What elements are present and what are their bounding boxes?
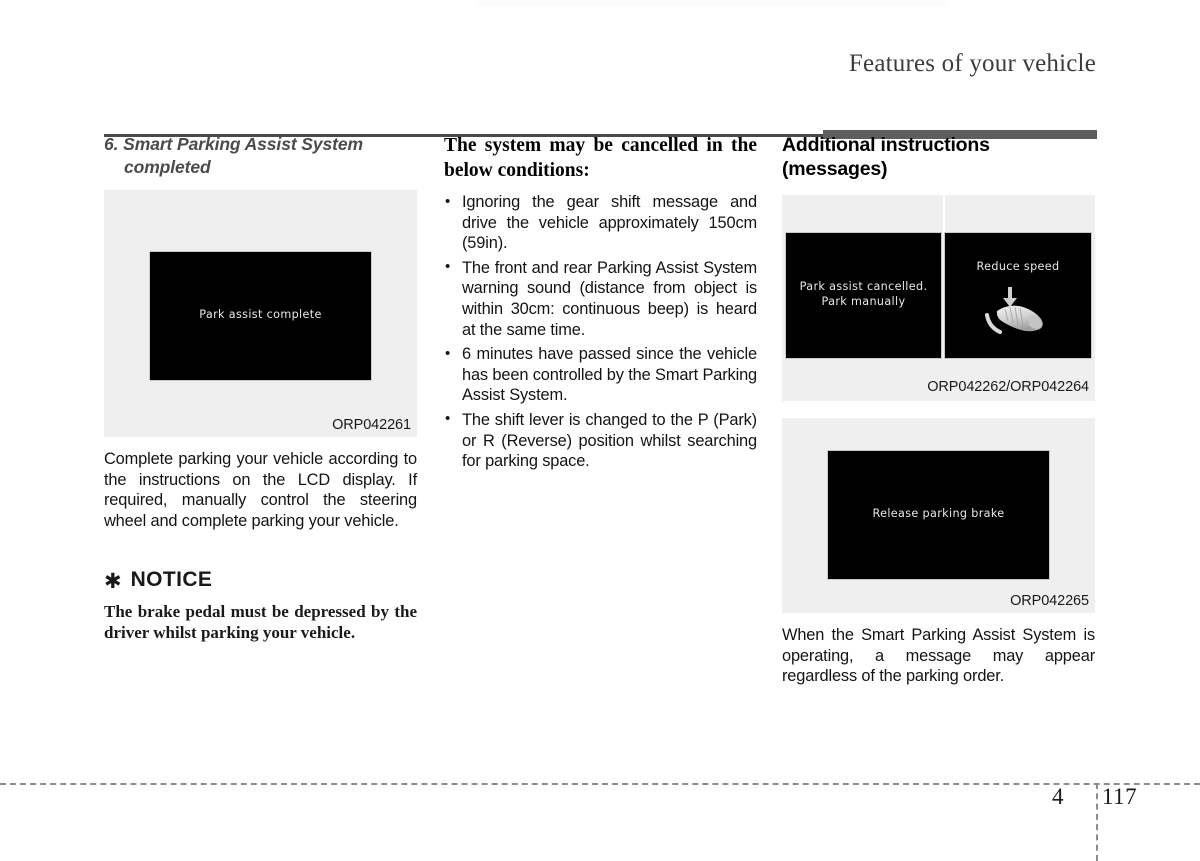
list-item: 6 minutes have passed since the vehicle …: [444, 344, 757, 406]
notice-block: ✱ NOTICE The brake pedal must be depress…: [104, 568, 417, 643]
lcd-screen: Park assist complete: [150, 252, 371, 380]
notice-label: NOTICE: [130, 568, 213, 592]
list-item: The front and rear Parking Assist System…: [444, 257, 757, 340]
left-column: 6. Smart Parking Assist System completed…: [104, 133, 417, 643]
page-title: Features of your vehicle: [848, 50, 1096, 77]
footer-crop-rule-vertical: [1096, 783, 1098, 861]
middle-column: The system may be cancelled in the below…: [444, 133, 757, 476]
right-column-heading-line1: Additional instructions: [782, 134, 990, 156]
footer-crop-rule-horizontal: [0, 783, 1200, 785]
right-column-heading: Additional instructions (messages): [782, 133, 1095, 181]
figure-caption: ORP042262/ORP042264: [927, 379, 1089, 395]
right-column-heading-line2: (messages): [782, 158, 888, 180]
chapter-number: 4: [1052, 784, 1064, 809]
lcd-screen-cancelled: Park assist cancelled. Park manually: [786, 233, 941, 358]
foot-pedal-icon: [985, 287, 1043, 334]
figure-panel-divider: [943, 195, 945, 235]
content-columns: 6. Smart Parking Assist System completed…: [104, 133, 1097, 713]
figure-park-assist-complete: Park assist complete ORP042261: [104, 190, 417, 437]
folio-number: 117: [1102, 784, 1138, 809]
page-top-scan-bar: [477, 0, 947, 6]
cancellation-conditions-list: Ignoring the gear shift message and driv…: [444, 192, 757, 472]
lcd-message: Release parking brake: [872, 507, 1005, 520]
lcd-message: Park assist complete: [199, 308, 322, 321]
figure-release-parking-brake: Release parking brake ORP042265: [782, 418, 1095, 613]
figure-caption: ORP042265: [1010, 593, 1089, 609]
list-item: The shift lever is changed to the P (Par…: [444, 409, 757, 472]
figure-caption: ORP042261: [332, 417, 411, 433]
notice-heading: ✱ NOTICE: [104, 568, 417, 592]
left-column-heading-line2: completed: [124, 157, 211, 177]
right-column-body: When the Smart Parking Assist System is …: [782, 626, 1095, 686]
list-item: Ignoring the gear shift message and driv…: [444, 192, 757, 254]
running-header: Features of your vehicle: [0, 50, 1200, 139]
figure-message-pair: Park assist cancelled. Park manually Red…: [782, 195, 1095, 401]
lcd-screen-reduce-speed: Reduce speed: [945, 233, 1091, 358]
lcd-message: Park assist cancelled. Park manually: [799, 280, 928, 308]
lcd-screen: Release parking brake: [828, 451, 1049, 579]
left-column-heading-line1: 6. Smart Parking Assist System: [104, 134, 363, 154]
left-column-body: Complete parking your vehicle according …: [104, 450, 417, 530]
left-column-heading: 6. Smart Parking Assist System completed: [104, 133, 417, 179]
lcd-message: Reduce speed: [976, 260, 1060, 273]
right-column: Additional instructions (messages) Park …: [782, 133, 1095, 687]
notice-body: The brake pedal must be depressed by the…: [104, 602, 417, 643]
asterisk-icon: ✱: [104, 568, 122, 593]
middle-column-heading: The system may be cancelled in the below…: [444, 135, 757, 181]
